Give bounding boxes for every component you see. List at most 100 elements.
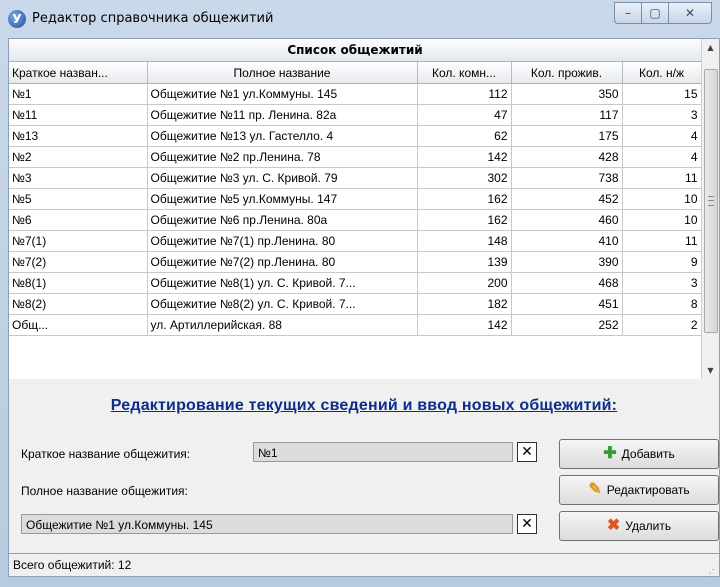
table-header-row: Краткое назван... Полное название Кол. к… xyxy=(9,62,701,84)
cell-short-name[interactable]: №2 xyxy=(9,146,148,168)
cell-full-name[interactable]: Общежитие №11 пр. Ленина. 82а xyxy=(147,104,418,126)
cell-rooms[interactable]: 142 xyxy=(417,314,512,336)
cell-full-name[interactable]: Общежитие №13 ул. Гастелло. 4 xyxy=(147,125,418,147)
cell-nonresidential[interactable]: 10 xyxy=(622,209,701,231)
cell-rooms[interactable]: 200 xyxy=(417,272,512,294)
cell-nonresidential[interactable]: 4 xyxy=(622,125,701,147)
cell-rooms[interactable]: 112 xyxy=(417,83,512,105)
cell-short-name[interactable]: №7(2) xyxy=(9,251,148,273)
cell-residents[interactable]: 350 xyxy=(511,83,623,105)
cell-rooms[interactable]: 302 xyxy=(417,167,512,189)
cell-full-name[interactable]: Общежитие №8(1) ул. С. Кривой. 7... xyxy=(147,272,418,294)
column-header-short-name[interactable]: Краткое назван... xyxy=(9,62,148,84)
cell-nonresidential[interactable]: 8 xyxy=(622,293,701,315)
table-row[interactable]: №7(2) Общежитие №7(2) пр.Ленина. 80 139 390… xyxy=(9,251,701,273)
column-header-rooms[interactable]: Кол. комн... xyxy=(417,62,512,84)
cell-residents[interactable]: 117 xyxy=(511,104,623,126)
cell-short-name[interactable]: №1 xyxy=(9,83,148,105)
cell-nonresidential[interactable]: 11 xyxy=(622,230,701,252)
cell-residents[interactable]: 428 xyxy=(511,146,623,168)
table-row[interactable]: №8(1) Общежитие №8(1) ул. С. Кривой. 7...… xyxy=(9,272,701,294)
cell-short-name[interactable]: №7(1) xyxy=(9,230,148,252)
cell-nonresidential[interactable]: 2 xyxy=(622,314,701,336)
title-bar[interactable]: У Редактор справочника общежитий – ▢ ✕ xyxy=(0,0,720,38)
cell-nonresidential[interactable]: 11 xyxy=(622,167,701,189)
scroll-up-arrow-icon[interactable]: ▲ xyxy=(702,39,719,56)
cell-rooms[interactable]: 162 xyxy=(417,188,512,210)
scroll-down-arrow-icon[interactable]: ▼ xyxy=(702,362,719,379)
table-row[interactable]: №1 Общежитие №1 ул.Коммуны. 145 112 350 15 xyxy=(9,83,701,105)
cell-rooms[interactable]: 47 xyxy=(417,104,512,126)
cell-residents[interactable]: 738 xyxy=(511,167,623,189)
table-row[interactable]: №7(1) Общежитие №7(1) пр.Ленина. 80 148 410… xyxy=(9,230,701,252)
cell-residents[interactable]: 451 xyxy=(511,293,623,315)
clear-short-name-button[interactable]: ✕ xyxy=(517,442,537,462)
cell-nonresidential[interactable]: 3 xyxy=(622,272,701,294)
cell-residents[interactable]: 390 xyxy=(511,251,623,273)
cell-full-name[interactable]: Общежитие №7(2) пр.Ленина. 80 xyxy=(147,251,418,273)
cell-full-name[interactable]: ул. Артиллерийская. 88 xyxy=(147,314,418,336)
status-bar: Всего общежитий: 12 ⋰ xyxy=(9,553,719,579)
cell-residents[interactable]: 410 xyxy=(511,230,623,252)
column-header-full-name[interactable]: Полное название xyxy=(147,62,418,84)
resize-grip-icon[interactable]: ⋰ xyxy=(705,562,717,579)
grid-vertical-scrollbar[interactable]: ▲ ▼ xyxy=(701,39,719,379)
cell-full-name[interactable]: Общежитие №2 пр.Ленина. 78 xyxy=(147,146,418,168)
window-title: Редактор справочника общежитий xyxy=(32,11,274,26)
table-row[interactable]: №6 Общежитие №6 пр.Ленина. 80а 162 460 10 xyxy=(9,209,701,231)
cell-nonresidential[interactable]: 4 xyxy=(622,146,701,168)
cell-residents[interactable]: 175 xyxy=(511,125,623,147)
cell-short-name[interactable]: №6 xyxy=(9,209,148,231)
table-row[interactable]: №8(2) Общежитие №8(2) ул. С. Кривой. 7...… xyxy=(9,293,701,315)
cell-rooms[interactable]: 142 xyxy=(417,146,512,168)
table-row[interactable]: Общ... ул. Артиллерийская. 88 142 252 2 xyxy=(9,314,701,336)
cell-short-name[interactable]: №8(2) xyxy=(9,293,148,315)
cell-rooms[interactable]: 62 xyxy=(417,125,512,147)
table-row[interactable]: №2 Общежитие №2 пр.Ленина. 78 142 428 4 xyxy=(9,146,701,168)
cell-rooms[interactable]: 162 xyxy=(417,209,512,231)
cell-full-name[interactable]: Общежитие №7(1) пр.Ленина. 80 xyxy=(147,230,418,252)
cell-nonresidential[interactable]: 10 xyxy=(622,188,701,210)
clear-full-name-button[interactable]: ✕ xyxy=(517,514,537,534)
edit-button[interactable]: ✎ Редактировать xyxy=(559,475,719,505)
full-name-field[interactable]: Общежитие №1 ул.Коммуны. 145 xyxy=(21,514,513,534)
scrollbar-thumb[interactable] xyxy=(704,69,718,333)
cell-full-name[interactable]: Общежитие №5 ул.Коммуны. 147 xyxy=(147,188,418,210)
table-row[interactable]: №5 Общежитие №5 ул.Коммуны. 147 162 452 10 xyxy=(9,188,701,210)
plus-icon: ✚ xyxy=(603,445,617,462)
cell-full-name[interactable]: Общежитие №3 ул. С. Кривой. 79 xyxy=(147,167,418,189)
cell-short-name[interactable]: Общ... xyxy=(9,314,148,336)
cell-short-name[interactable]: №5 xyxy=(9,188,148,210)
short-name-label: Краткое название общежития: xyxy=(21,447,191,461)
cell-residents[interactable]: 452 xyxy=(511,188,623,210)
cell-residents[interactable]: 252 xyxy=(511,314,623,336)
cell-nonresidential[interactable]: 9 xyxy=(622,251,701,273)
cell-rooms[interactable]: 139 xyxy=(417,251,512,273)
cell-full-name[interactable]: Общежитие №6 пр.Ленина. 80а xyxy=(147,209,418,231)
short-name-field[interactable]: №1 xyxy=(253,442,513,462)
cell-full-name[interactable]: Общежитие №1 ул.Коммуны. 145 xyxy=(147,83,418,105)
delete-button[interactable]: ✖ Удалить xyxy=(559,511,719,541)
cell-short-name[interactable]: №3 xyxy=(9,167,148,189)
cell-residents[interactable]: 460 xyxy=(511,209,623,231)
maximize-button[interactable]: ▢ xyxy=(642,2,669,24)
cell-short-name[interactable]: №11 xyxy=(9,104,148,126)
column-header-residents[interactable]: Кол. прожив. xyxy=(511,62,623,84)
client-area: Список общежитий Краткое назван... Полно… xyxy=(8,38,720,579)
table-row[interactable]: №11 Общежитие №11 пр. Ленина. 82а 47 117 3 xyxy=(9,104,701,126)
cell-nonresidential[interactable]: 15 xyxy=(622,83,701,105)
minimize-button[interactable]: – xyxy=(614,2,642,24)
column-header-nonresidential[interactable]: Кол. н/ж xyxy=(622,62,701,84)
table-row[interactable]: №13 Общежитие №13 ул. Гастелло. 4 62 175 4 xyxy=(9,125,701,147)
total-count-text: Всего общежитий: 12 xyxy=(13,558,132,572)
cell-rooms[interactable]: 182 xyxy=(417,293,512,315)
cell-full-name[interactable]: Общежитие №8(2) ул. С. Кривой. 7... xyxy=(147,293,418,315)
cell-rooms[interactable]: 148 xyxy=(417,230,512,252)
cell-short-name[interactable]: №8(1) xyxy=(9,272,148,294)
table-row[interactable]: №3 Общежитие №3 ул. С. Кривой. 79 302 738 11 xyxy=(9,167,701,189)
cell-nonresidential[interactable]: 3 xyxy=(622,104,701,126)
close-button[interactable]: ✕ xyxy=(669,2,712,24)
cell-short-name[interactable]: №13 xyxy=(9,125,148,147)
cell-residents[interactable]: 468 xyxy=(511,272,623,294)
add-button[interactable]: ✚ Добавить xyxy=(559,439,719,469)
